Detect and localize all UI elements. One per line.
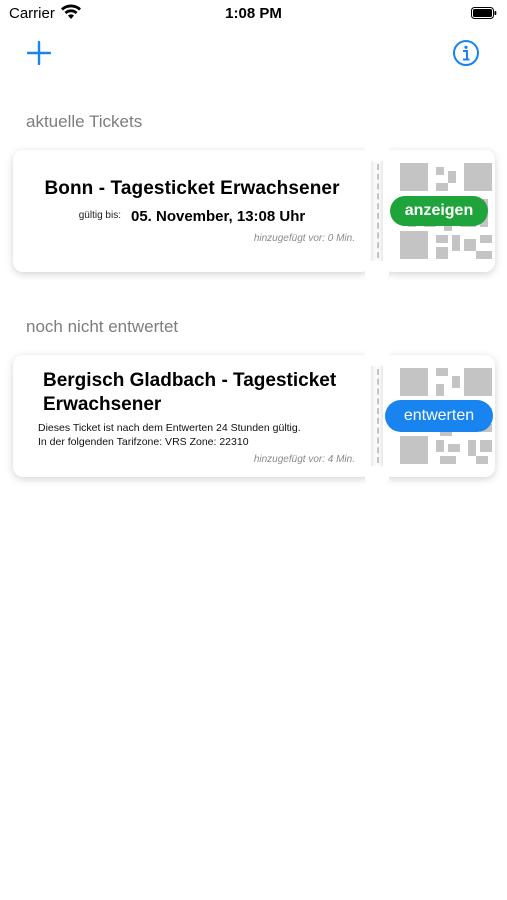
valid-until-label: gültig bis:: [78, 210, 121, 221]
section-header-current: aktuelle Tickets: [26, 112, 143, 131]
ticket-body[interactable]: Bonn - Tagesticket Erwachsener gültig bi…: [13, 150, 371, 272]
ticket-title: Bergisch Gladbach - Tagesticket Erwachse…: [43, 369, 363, 417]
status-bar: Carrier 1:08 PM: [0, 0, 507, 30]
ticket-notch-top: [365, 138, 389, 162]
ticket-description: Dieses Ticket ist nach dem Entwerten 24 …: [38, 421, 368, 449]
ticket-body[interactable]: Bergisch Gladbach - Tagesticket Erwachse…: [13, 355, 371, 477]
ticket-card[interactable]: Bonn - Tagesticket Erwachsener gültig bi…: [13, 138, 495, 284]
valid-until-value: 05. November, 13:08 Uhr: [130, 208, 306, 225]
ticket-notch-bottom: [365, 260, 389, 284]
ticket-stub[interactable]: entwerten: [383, 355, 495, 477]
show-ticket-button[interactable]: anzeigen: [390, 196, 488, 226]
clock: 1:08 PM: [225, 5, 282, 22]
section-header-not-validated: noch nicht entwertet: [26, 317, 179, 336]
ticket-notch-bottom: [365, 465, 389, 489]
ticket-validity: gültig bis: 05. November, 13:08 Uhr: [13, 208, 371, 226]
ticket-stub[interactable]: anzeigen: [383, 150, 495, 272]
ticket-title-line: Erwachsener: [43, 394, 162, 415]
ticket-description-line: Dieses Ticket ist nach dem Entwerten 24 …: [38, 422, 301, 434]
ticket-card[interactable]: Bergisch Gladbach - Tagesticket Erwachse…: [13, 343, 495, 489]
battery-icon: [471, 7, 497, 19]
plus-icon[interactable]: [27, 41, 51, 65]
added-time: hinzugefügt vor: 4 Min.: [253, 454, 355, 465]
info-circle-icon[interactable]: [452, 39, 480, 67]
perforation-divider: [377, 369, 379, 463]
ticket-title: Bonn - Tagesticket Erwachsener: [44, 178, 340, 199]
ticket-notch-top: [365, 343, 389, 367]
perforation-divider: [377, 164, 379, 258]
added-time: hinzugefügt vor: 0 Min.: [253, 233, 355, 244]
ticket-description-line: In der folgenden Tarifzone: VRS Zone: 22…: [38, 436, 249, 448]
validate-ticket-button[interactable]: entwerten: [385, 400, 493, 432]
ticket-title-line: Bergisch Gladbach - Tagesticket: [43, 370, 337, 391]
